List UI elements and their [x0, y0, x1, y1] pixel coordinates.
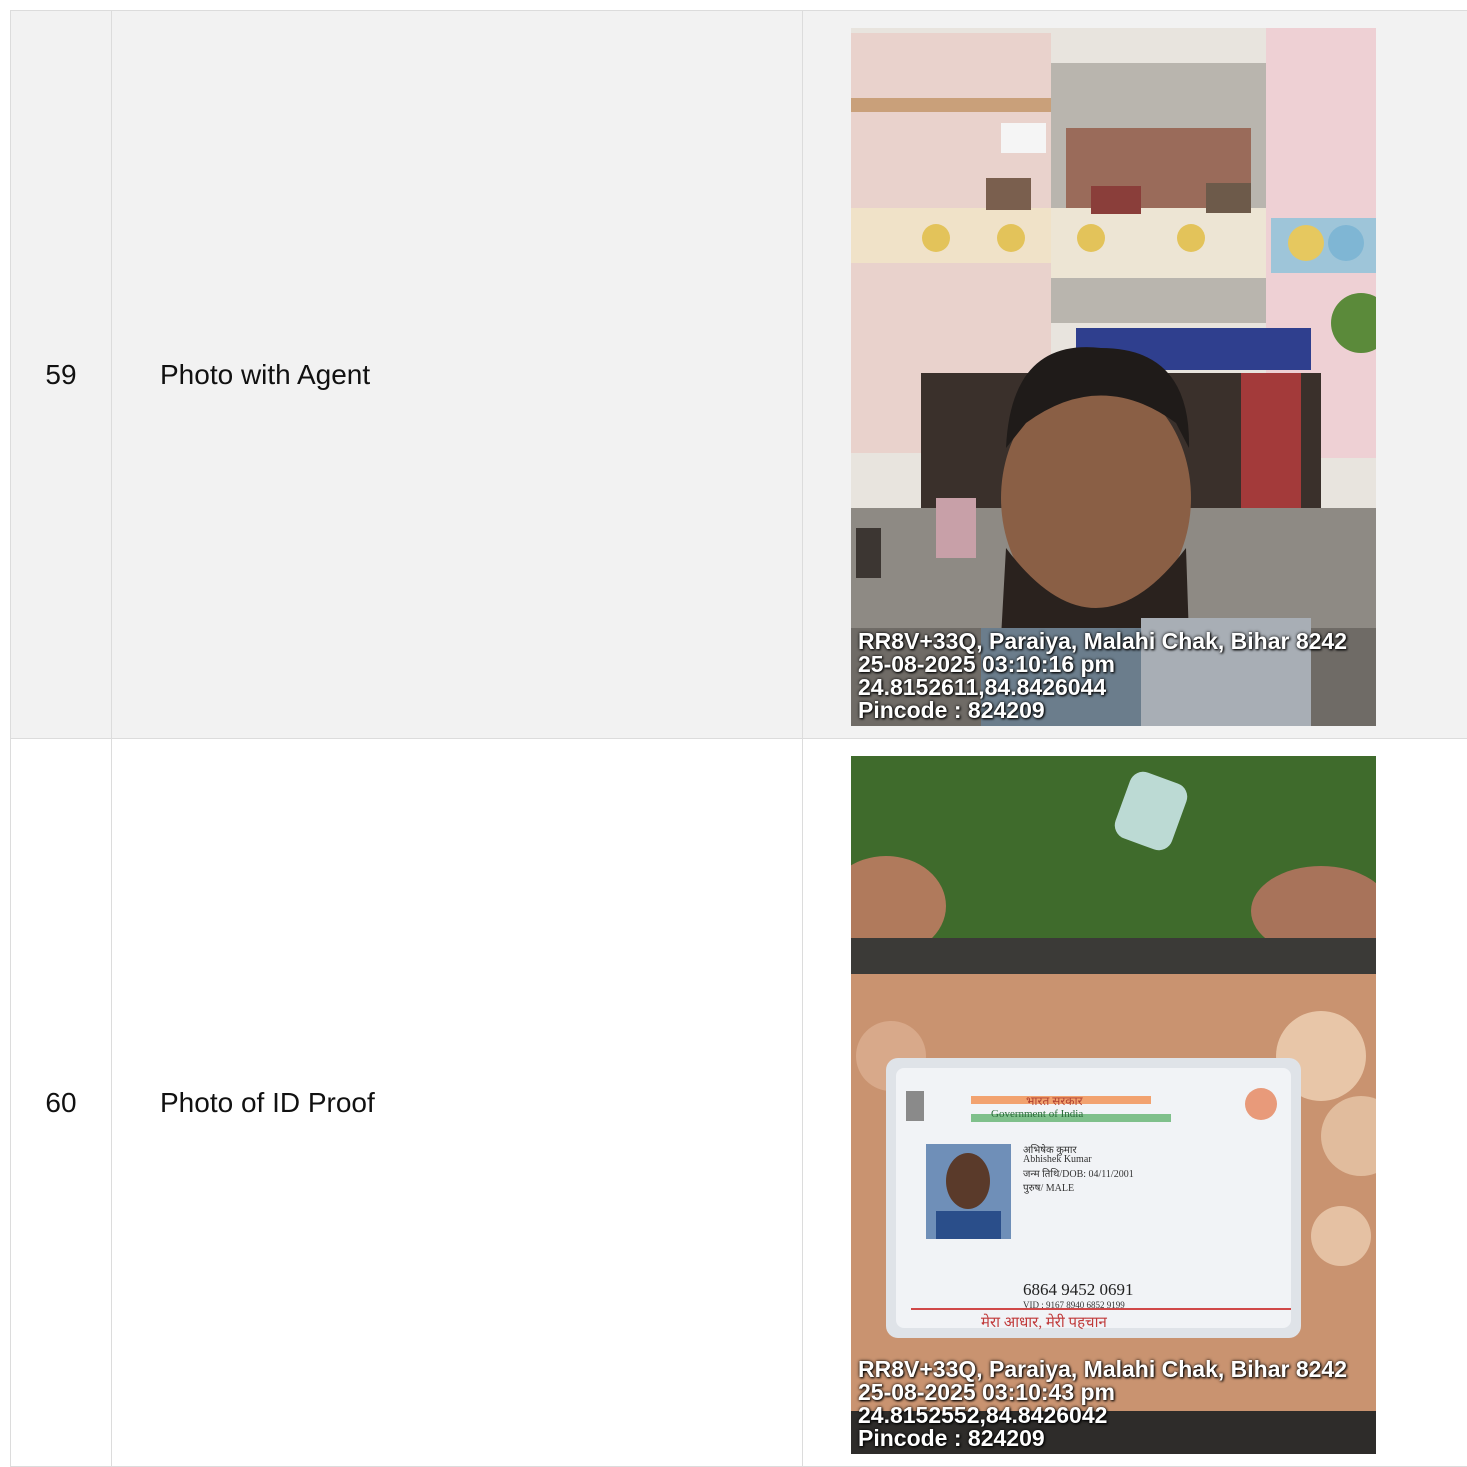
id-proof-photo[interactable]: भारत सरकार Government of India अभिषेक कु…	[851, 756, 1376, 1454]
stamp-address: RR8V+33Q, Paraiya, Malahi Chak, Bihar 82…	[858, 1358, 1347, 1381]
row-label: Photo with Agent	[112, 11, 803, 739]
stamp-datetime: 25-08-2025 03:10:43 pm	[858, 1381, 1347, 1404]
row-label: Photo of ID Proof	[112, 739, 803, 1467]
stamp-coordinates: 24.8152552,84.8426042	[858, 1404, 1347, 1427]
card-vid: VID : 9167 8940 6852 9199	[1023, 1300, 1125, 1310]
stamp-address: RR8V+33Q, Paraiya, Malahi Chak, Bihar 82…	[858, 630, 1347, 653]
card-gender: पुरुष/ MALE	[1023, 1180, 1074, 1194]
agent-photo-image	[851, 28, 1376, 726]
card-number: 6864 9452 0691	[1023, 1280, 1134, 1300]
card-dob: जन्म तिथि/DOB: 04/11/2001	[1023, 1166, 1134, 1180]
report-table: 59 Photo with Agent	[10, 10, 1467, 1467]
stamp-datetime: 25-08-2025 03:10:16 pm	[858, 653, 1347, 676]
card-tagline: मेरा आधार, मेरी पहचान	[981, 1312, 1107, 1332]
card-name: Abhishek Kumar	[1023, 1154, 1092, 1165]
id-proof-image	[851, 756, 1376, 1454]
stamp-coordinates: 24.8152611,84.8426044	[858, 676, 1347, 699]
geo-stamp: RR8V+33Q, Paraiya, Malahi Chak, Bihar 82…	[858, 630, 1347, 722]
row-number: 59	[11, 11, 112, 739]
card-header-english: Government of India	[991, 1108, 1083, 1120]
geo-stamp: RR8V+33Q, Paraiya, Malahi Chak, Bihar 82…	[858, 1358, 1347, 1450]
card-header-hindi: भारत सरकार	[1026, 1092, 1083, 1109]
stamp-pincode: Pincode : 824209	[858, 699, 1347, 722]
stamp-pincode: Pincode : 824209	[858, 1427, 1347, 1450]
table-row: 60 Photo of ID Proof	[11, 739, 1467, 1467]
table-row: 59 Photo with Agent	[11, 11, 1467, 739]
row-number: 60	[11, 739, 112, 1467]
agent-photo[interactable]: RR8V+33Q, Paraiya, Malahi Chak, Bihar 82…	[851, 28, 1376, 726]
